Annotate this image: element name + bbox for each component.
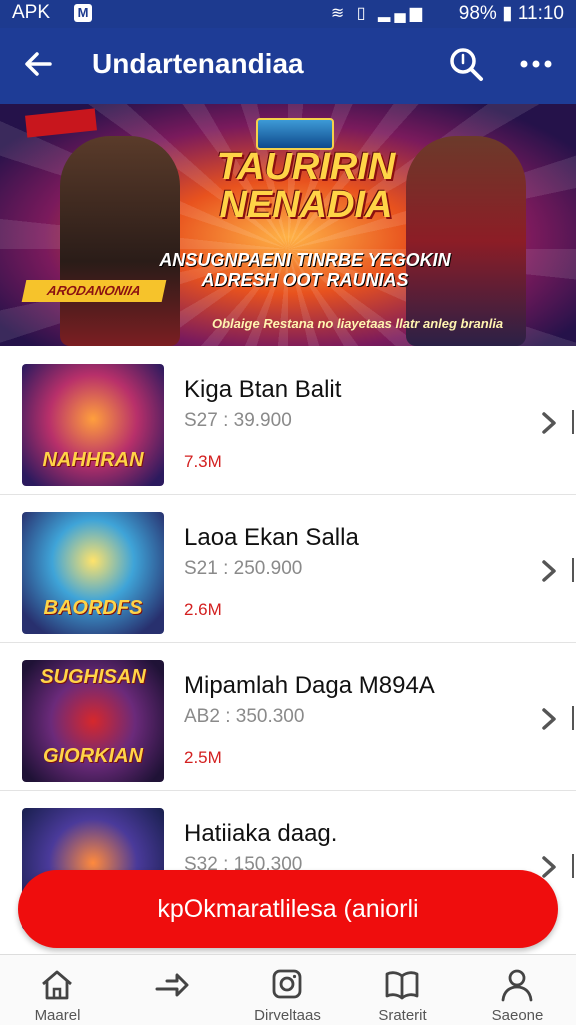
nav-label: Maarel (34, 1007, 81, 1024)
hero-figure-right (406, 136, 526, 346)
game-size: 2.6M (184, 600, 222, 619)
banner-tag: ARODANONIIA (21, 280, 167, 302)
game-size: 7.3M (184, 452, 222, 471)
bottom-nav: Maarel Dirveltaas Sraterit Saeone (0, 954, 576, 1025)
list-edge-marker (572, 854, 576, 878)
primary-action-button[interactable]: kpOkmaratlilesa (aniorli (18, 870, 558, 948)
chevron-right-icon[interactable] (538, 704, 560, 734)
profile-icon (501, 969, 533, 1002)
thumbnail-title: GIORKIAN (43, 745, 143, 767)
carrier-label: APK (12, 2, 51, 23)
signal-icon: ▂▄▆ (378, 5, 426, 22)
game-name: Laoa Ekan Salla (184, 524, 359, 551)
nav-label: Saeone (491, 1007, 544, 1024)
game-thumbnail: SUGHISAN GIORKIAN (22, 660, 164, 782)
nav-item-home[interactable]: Maarel (0, 955, 115, 1025)
nav-item-share[interactable] (115, 955, 230, 1025)
list-edge-marker (572, 558, 576, 582)
banner-subtitle: ANSUGNPAENI TINRBE YEGOKIN ADRESH OOT RA… (159, 250, 451, 290)
page-title: Undartenandiaa (92, 48, 304, 79)
instagram-icon (272, 969, 302, 999)
game-meta: S21 : 250.900 (184, 558, 303, 579)
game-thumbnail: BAORDFS (22, 512, 164, 634)
list-edge-marker (572, 706, 576, 730)
game-name: Kiga Btan Balit (184, 376, 342, 403)
chevron-right-icon[interactable] (538, 408, 560, 438)
list-item[interactable]: NAHHRAN Kiga Btan Balit S27 : 39.900 7.3… (0, 346, 576, 495)
thumbnail-title: NAHHRAN (42, 449, 144, 471)
chevron-right-icon[interactable] (538, 556, 560, 586)
wifi-icon: ≋ (330, 5, 349, 22)
share-icon (155, 973, 189, 997)
promo-banner[interactable]: TAURIRIN NENADIA ANSUGNPAENI TINRBE YEGO… (0, 104, 576, 346)
book-icon (385, 971, 419, 1000)
thumbnail-top-title: SUGHISAN (40, 666, 146, 688)
battery-level: 98% (458, 3, 497, 24)
hero-figure-left (60, 136, 180, 346)
nav-item-instagram[interactable]: Dirveltaas (230, 955, 345, 1025)
banner-title: TAURIRIN NENADIA (216, 146, 396, 226)
nav-item-profile[interactable]: Saeone (460, 955, 575, 1025)
thumbnail-title: BAORDFS (43, 597, 143, 619)
nav-label: Sraterit (378, 1007, 427, 1024)
clock: 11:10 (517, 3, 564, 24)
more-options-icon[interactable] (516, 48, 556, 80)
game-name: Hatiiaka daag. (184, 820, 338, 847)
list-edge-marker (572, 410, 576, 434)
carrier-app-icon: M (74, 4, 92, 22)
home-icon (42, 970, 72, 1000)
back-arrow-icon[interactable] (20, 46, 56, 82)
app-bar: Undartenandiaa (0, 28, 576, 104)
signal-icons: ≋ ▯ ▂▄▆ (331, 3, 426, 23)
battery-icon: ▮ (502, 3, 513, 24)
game-size: 2.5M (184, 748, 222, 767)
list-item[interactable]: SUGHISAN GIORKIAN Mipamlah Daga M894A AB… (0, 642, 576, 791)
game-thumbnail: NAHHRAN (22, 364, 164, 486)
status-right: 98% ▮ 11:10 (459, 2, 564, 25)
list-item[interactable]: BAORDFS Laoa Ekan Salla S21 : 250.900 2.… (0, 494, 576, 643)
game-name: Mipamlah Daga M894A (184, 672, 435, 699)
game-meta: AB2 : 350.300 (184, 706, 305, 727)
vibrate-icon: ▯ (356, 5, 370, 22)
banner-caption: Oblaige Restana no liayetaas llatr anleg… (212, 316, 504, 331)
search-icon[interactable] (446, 44, 486, 84)
status-bar: APK M ≋ ▯ ▂▄▆ 98% ▮ 11:10 (0, 0, 576, 28)
game-meta: S27 : 39.900 (184, 410, 292, 431)
nav-label: Dirveltaas (254, 1007, 321, 1024)
nav-item-library[interactable]: Sraterit (345, 955, 460, 1025)
